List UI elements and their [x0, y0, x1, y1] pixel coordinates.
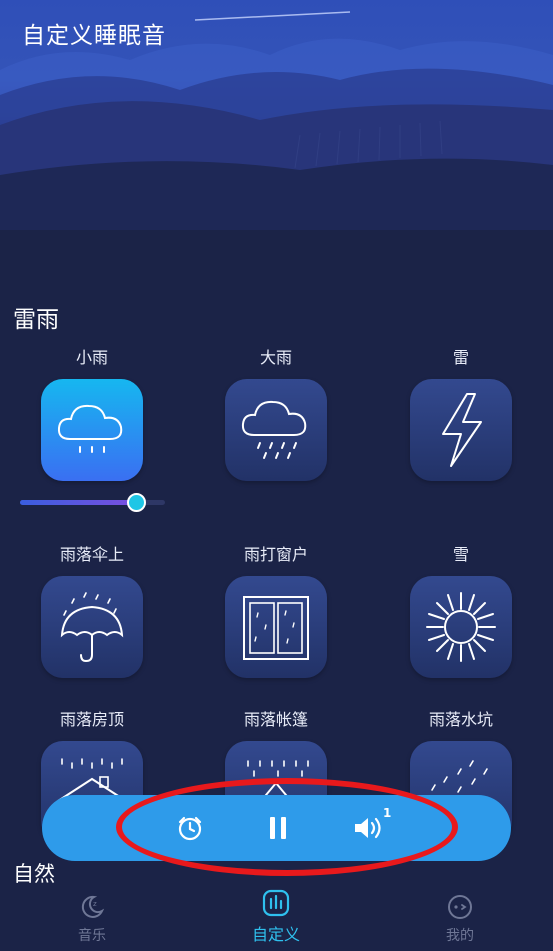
sound-label: 雷	[452, 348, 469, 367]
section-title-thunderstorm: 雷雨	[13, 307, 59, 333]
cloud-heavy-rain-icon	[241, 400, 307, 459]
lightning-icon	[442, 393, 482, 467]
sound-label: 雨落伞上	[59, 545, 124, 564]
svg-text:z: z	[93, 900, 97, 908]
bottom-tab-bar: z 音乐 自定义 我的	[0, 885, 553, 951]
cloud-light-rain-icon	[57, 404, 123, 453]
tab-music[interactable]: z 音乐	[32, 885, 152, 945]
sound-tile-light-rain[interactable]	[41, 379, 143, 481]
volume-slider[interactable]	[20, 493, 165, 512]
sound-label: 雨落帐篷	[243, 710, 308, 729]
sound-tile-rain-on-umbrella[interactable]	[41, 576, 143, 678]
sound-label: 大雨	[259, 348, 292, 367]
section-title-nature: 自然	[13, 862, 55, 886]
page-title: 自定义睡眠音	[22, 23, 166, 49]
highlight-ring	[116, 778, 458, 876]
moon-icon: z	[81, 895, 105, 918]
sound-label: 雨打窗户	[243, 545, 308, 564]
tab-mine[interactable]: 我的	[400, 885, 520, 945]
equalizer-icon	[262, 889, 290, 917]
umbrella-rain-icon	[60, 592, 124, 663]
tab-label: 音乐	[78, 928, 106, 944]
tab-label: 自定义	[251, 925, 300, 944]
sound-tile-snow[interactable]	[410, 576, 512, 678]
snowflake-icon	[426, 592, 496, 662]
sound-label: 雨落房顶	[59, 710, 124, 729]
sound-label: 雪	[452, 545, 469, 564]
tab-custom[interactable]: 自定义	[216, 885, 336, 945]
volume-slider-fill	[20, 500, 136, 505]
face-icon	[448, 895, 472, 919]
header-banner: 自定义睡眠音	[0, 0, 553, 230]
sound-tile-heavy-rain[interactable]	[225, 379, 327, 481]
sound-label: 雨落水坑	[428, 710, 493, 729]
volume-slider-handle[interactable]	[127, 493, 146, 512]
sound-label: 小雨	[75, 348, 108, 367]
sound-tile-rain-on-window[interactable]	[225, 576, 327, 678]
window-rain-icon	[243, 596, 309, 660]
tab-label: 我的	[446, 928, 474, 944]
sound-tile-thunder[interactable]	[410, 379, 512, 481]
